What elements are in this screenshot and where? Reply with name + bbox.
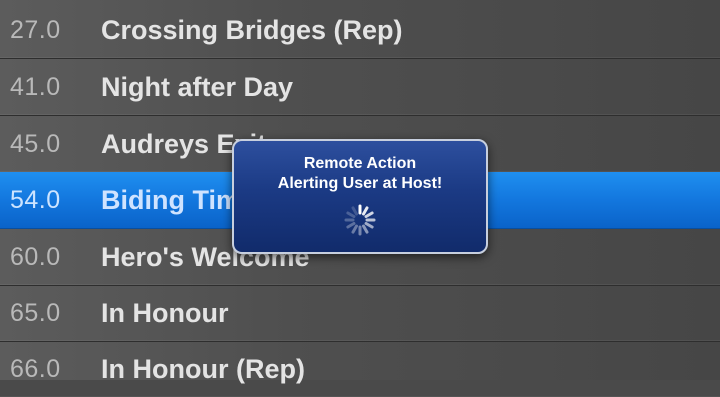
track-time: 27.0 [10,16,61,44]
track-time: 54.0 [10,186,61,214]
track-time: 45.0 [10,130,61,158]
list-item[interactable]: 27.0 Crossing Bridges (Rep) [0,2,720,59]
track-title: In Honour (Rep) [101,354,305,384]
remote-action-alert: Remote Action Alerting User at Host! [232,139,488,254]
list-item[interactable]: 41.0 Night after Day [0,59,720,116]
list-item[interactable]: 65.0 In Honour [0,285,720,342]
track-time: 41.0 [10,73,61,101]
track-title: Night after Day [101,72,294,102]
list-item[interactable]: 66.0 In Honour (Rep) [0,341,720,397]
track-time: 65.0 [10,299,61,327]
track-title: In Honour [101,298,229,328]
track-title: Crossing Bridges (Rep) [101,15,403,45]
alert-message: Alerting User at Host! [277,175,443,192]
alert-title: Remote Action [303,155,417,172]
track-time: 66.0 [10,355,61,383]
activity-spinner-icon [344,204,376,236]
track-time: 60.0 [10,243,61,271]
